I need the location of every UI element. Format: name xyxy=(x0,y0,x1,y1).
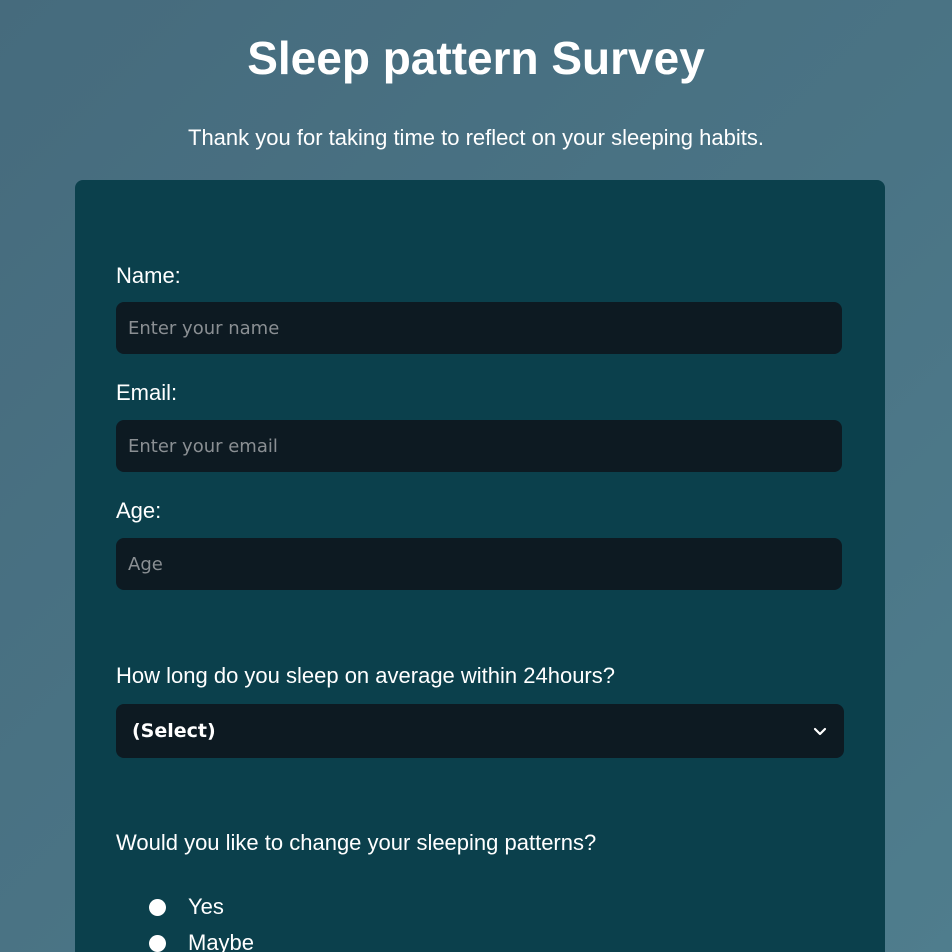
sleep-duration-label: How long do you sleep on average within … xyxy=(116,663,615,688)
select-value: (Select) xyxy=(132,720,216,742)
name-input[interactable] xyxy=(116,302,842,354)
radio-button[interactable] xyxy=(149,898,166,916)
radio-button[interactable] xyxy=(149,934,166,952)
name-label: Name: xyxy=(116,263,181,288)
radio-label: Maybe xyxy=(188,930,255,952)
change-patterns-label: Would you like to change your sleeping p… xyxy=(116,830,597,855)
radio-option-yes[interactable]: Yes xyxy=(149,892,224,922)
email-label: Email: xyxy=(116,380,178,405)
radio-option-maybe[interactable]: Maybe xyxy=(149,928,254,952)
page-title: Sleep pattern Survey xyxy=(247,32,705,84)
email-input[interactable] xyxy=(116,420,842,472)
survey-form: Name: Email: Age: How long do you sleep … xyxy=(75,180,885,952)
age-input[interactable] xyxy=(116,538,842,590)
age-label: Age: xyxy=(116,498,162,523)
page-subtitle: Thank you for taking time to reflect on … xyxy=(188,125,764,150)
sleep-duration-select[interactable]: (Select) xyxy=(116,704,844,758)
chevron-down-icon xyxy=(812,723,828,739)
radio-label: Yes xyxy=(188,894,224,919)
